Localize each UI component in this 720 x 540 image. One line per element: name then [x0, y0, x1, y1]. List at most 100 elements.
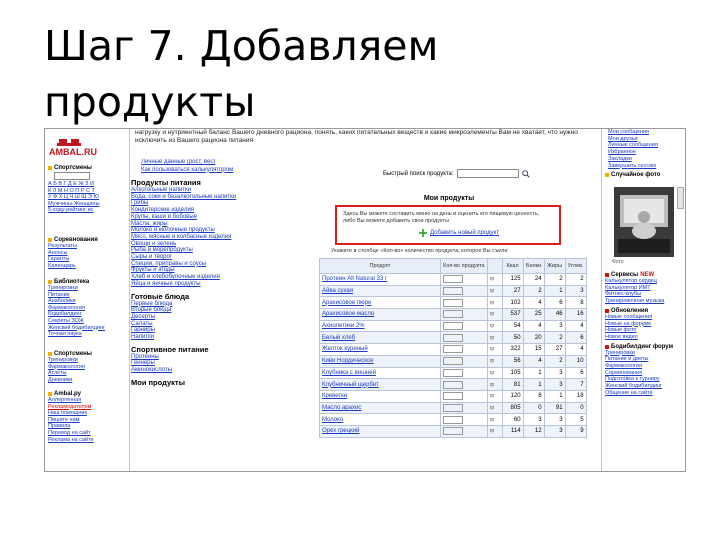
- quantity-input[interactable]: [440, 413, 488, 426]
- logout-link[interactable]: Завершить сессию: [608, 163, 685, 170]
- product-name-link[interactable]: Арахисовое масло: [319, 308, 441, 321]
- sidebar-link[interactable]: Фармакология: [48, 305, 128, 312]
- quantity-field[interactable]: [443, 415, 463, 424]
- dish-link[interactable]: Десерты: [131, 314, 299, 321]
- quantity-input[interactable]: [440, 354, 488, 368]
- alphabet-row[interactable]: А Б В Г Д Е Ж З И: [48, 181, 128, 188]
- category-link[interactable]: Алкогольные напитки: [131, 187, 299, 194]
- product-search-input[interactable]: [456, 169, 519, 178]
- quantity-input[interactable]: [440, 424, 488, 438]
- dish-link[interactable]: Салаты: [131, 321, 299, 328]
- quantity-field[interactable]: [443, 392, 463, 401]
- update-link[interactable]: Новые фото: [605, 327, 685, 334]
- category-link[interactable]: Молоко и молочные продукты: [131, 227, 299, 234]
- random-photo[interactable]: [614, 187, 674, 257]
- sidebar-link[interactable]: Правила: [48, 423, 128, 430]
- quantity-input[interactable]: [440, 389, 488, 403]
- sidebar-link[interactable]: Результаты: [48, 243, 128, 250]
- forum-link[interactable]: Женский бодибилдинг: [605, 383, 685, 390]
- product-name-link[interactable]: Орех грецкий: [319, 424, 441, 438]
- sidebar-link[interactable]: Перевод на сайт: [48, 430, 128, 437]
- product-name-link[interactable]: Протеин All Natural 33 г: [319, 273, 441, 286]
- dish-link[interactable]: Гарниры: [131, 327, 299, 334]
- add-new-product-link[interactable]: Добавить новый продукт: [419, 229, 499, 237]
- sidebar-link[interactable]: 5-ходу-рейтинг ис: [48, 207, 128, 214]
- product-name-link[interactable]: Ахиолетики 2%: [319, 319, 441, 333]
- private-messages-link[interactable]: Личные сообщения: [608, 142, 685, 149]
- quantity-input[interactable]: [440, 378, 488, 391]
- category-link[interactable]: Специи, приправы и соусы: [131, 261, 299, 268]
- sidebar-link[interactable]: Реклама на сайте: [48, 437, 128, 444]
- category-link[interactable]: Овощи и зелень: [131, 241, 299, 248]
- forum-link[interactable]: Фармакология: [605, 363, 685, 370]
- sidebar-link[interactable]: Женский бодибилдинг: [48, 325, 128, 332]
- quantity-field[interactable]: [443, 357, 463, 366]
- product-name-link[interactable]: Киви Нордическое: [319, 354, 441, 368]
- quantity-field[interactable]: [443, 333, 463, 342]
- service-link[interactable]: Тренировочная музыка: [605, 298, 685, 305]
- sidebar-link[interactable]: Пишите нам: [48, 417, 128, 424]
- quantity-input[interactable]: [440, 284, 488, 298]
- sidebar-link[interactable]: Календарь: [48, 263, 128, 270]
- sidebar-link[interactable]: Гаранты: [48, 256, 128, 263]
- category-link[interactable]: Рыба и морепродукты: [131, 247, 299, 254]
- dish-link[interactable]: Вторые блюда: [131, 307, 299, 314]
- sidebar-link[interactable]: Фармакология: [48, 364, 128, 371]
- service-link[interactable]: Фитнес-клубы: [605, 291, 685, 298]
- product-name-link[interactable]: Желток куриный: [319, 343, 441, 356]
- category-link[interactable]: Хлеб и хлебобулочные изделия: [131, 274, 299, 281]
- quantity-input[interactable]: [440, 343, 488, 356]
- service-link[interactable]: Калькулятор ИМТ: [605, 285, 685, 292]
- quantity-field[interactable]: [443, 287, 463, 296]
- sidebar-link[interactable]: Наш помощник: [48, 410, 128, 417]
- quantity-field[interactable]: [443, 322, 463, 331]
- dish-link[interactable]: Напитки: [131, 334, 299, 341]
- product-name-link[interactable]: Белый хлеб: [319, 331, 441, 345]
- photo-scrollbar[interactable]: [677, 187, 684, 209]
- favorites-link[interactable]: Избранное: [608, 149, 685, 156]
- athlete-search-input[interactable]: [54, 172, 90, 180]
- sidebar-link[interactable]: Бодибилдинг: [48, 311, 128, 318]
- category-link[interactable]: Кондитерские изделия: [131, 207, 299, 214]
- calculator-help-link[interactable]: Как пользоваться калькулятором: [131, 167, 299, 175]
- quantity-input[interactable]: [440, 273, 488, 286]
- forum-link[interactable]: Тренировки: [605, 350, 685, 357]
- quantity-field[interactable]: [443, 380, 463, 389]
- messages-link[interactable]: Мои сообщения: [608, 129, 685, 136]
- category-link[interactable]: Масла, жиры: [131, 221, 299, 228]
- product-name-link[interactable]: Клубника с вишней: [319, 366, 441, 380]
- bookmarks-link[interactable]: Закладки: [608, 156, 685, 163]
- product-name-link[interactable]: Молоко: [319, 413, 441, 426]
- category-link[interactable]: Мясо, мясные и колбасные изделия: [131, 234, 299, 241]
- category-link[interactable]: Сыры и творог: [131, 254, 299, 261]
- category-link[interactable]: Яйца и яичные продукты: [131, 281, 299, 288]
- quantity-field[interactable]: [443, 298, 463, 307]
- friends-link[interactable]: Мои друзья: [608, 136, 685, 143]
- product-name-link[interactable]: Клубничный щербет: [319, 378, 441, 391]
- quantity-input[interactable]: [440, 366, 488, 380]
- sidebar-link[interactable]: Тренировки: [48, 285, 128, 292]
- quantity-input[interactable]: [440, 331, 488, 345]
- sidebar-link[interactable]: Аллергенная: [48, 397, 128, 404]
- category-link[interactable]: Грибы: [131, 200, 299, 207]
- category-link[interactable]: Крупы, каши и бобовые: [131, 214, 299, 221]
- forum-link[interactable]: Общение на сайте: [605, 390, 685, 397]
- personal-data-link[interactable]: Личные данные (рост, вес): [131, 159, 299, 167]
- sidebar-link[interactable]: Тренировки: [48, 357, 128, 364]
- quantity-input[interactable]: [440, 401, 488, 415]
- alphabet-row[interactable]: У Ф Х Ц Ч Ш Щ Э Ю: [48, 194, 128, 201]
- product-name-link[interactable]: Креветки: [319, 389, 441, 403]
- quantity-field[interactable]: [443, 275, 463, 284]
- sidebar-link[interactable]: Дневники: [48, 377, 128, 384]
- product-name-link[interactable]: Арахисовое пюре: [319, 296, 441, 310]
- product-name-link[interactable]: Масло арахис: [319, 401, 441, 415]
- quantity-field[interactable]: [443, 345, 463, 354]
- quantity-input[interactable]: [440, 296, 488, 310]
- product-name-link[interactable]: Айва сухая: [319, 284, 441, 298]
- service-link[interactable]: Калькулятор сердец: [605, 278, 685, 285]
- quantity-field[interactable]: [443, 310, 463, 319]
- quantity-field[interactable]: [443, 427, 463, 436]
- sidebar-link[interactable]: Питание: [48, 292, 128, 299]
- sidebar-link[interactable]: Атлеты: [48, 370, 128, 377]
- quantity-field[interactable]: [443, 368, 463, 377]
